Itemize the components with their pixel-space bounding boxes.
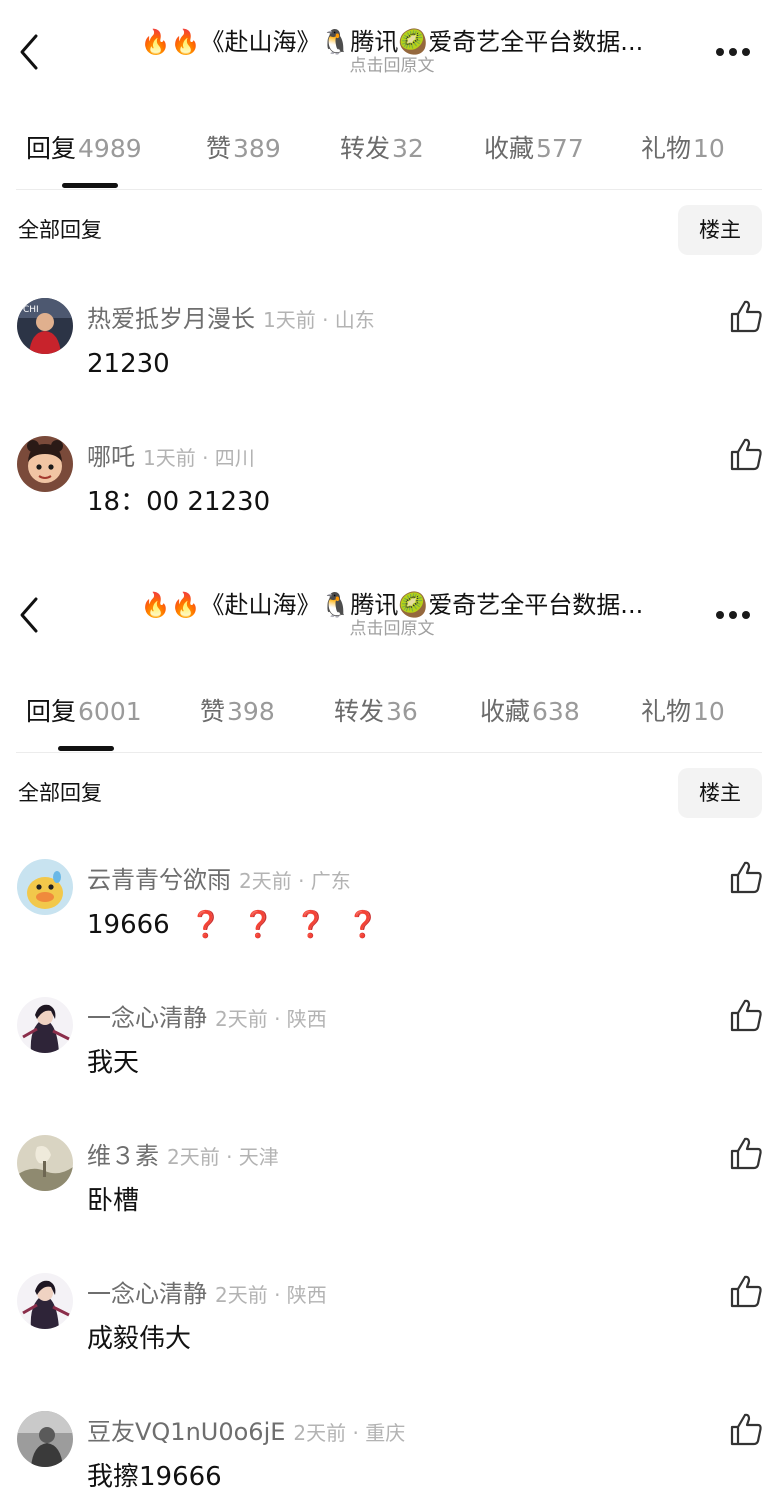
- thumbs-up-icon[interactable]: [728, 1411, 764, 1447]
- comment-text: 我天: [87, 1048, 140, 1078]
- comment-time-location: 1天前 · 四川: [143, 446, 255, 470]
- avatar[interactable]: CHI: [17, 298, 73, 354]
- avatar[interactable]: [17, 997, 73, 1053]
- all-replies-filter[interactable]: 全部回复: [18, 214, 102, 246]
- comment-text: 18：00 21230: [87, 487, 271, 517]
- question-mark-emoji: ❓: [189, 910, 223, 940]
- comment-meta: 热爱抵岁月漫长 1天前 · 山东: [87, 302, 375, 337]
- comment-meta: 维３素 2天前 · 天津: [87, 1139, 279, 1174]
- comment-time-location: 2天前 · 广东: [239, 869, 351, 893]
- avatar[interactable]: [17, 1411, 73, 1467]
- post-title-area[interactable]: 🔥🔥《赴山海》🐧腾讯🥝爱奇艺全平台数据... 点击回原文: [108, 585, 676, 639]
- comment-time-location: 2天前 · 陕西: [215, 1283, 327, 1307]
- comment-item: 云青青兮欲雨 2天前 · 广东 19666 ❓ ❓ ❓ ❓: [0, 857, 776, 977]
- comment-time-location: 2天前 · 陕西: [215, 1007, 327, 1031]
- thumbs-up-icon[interactable]: [728, 1135, 764, 1171]
- comment-meta: 一念心清静 2天前 · 陕西: [87, 1277, 327, 1312]
- tab-replies[interactable]: 回复4989: [26, 132, 142, 166]
- tab-replies[interactable]: 回复6001: [26, 695, 142, 729]
- comment-item: 一念心清静 2天前 · 陕西 成毅伟大: [0, 1271, 776, 1391]
- comment-username[interactable]: 一念心清静: [87, 1280, 207, 1308]
- comment-time-location: 2天前 · 重庆: [293, 1421, 406, 1445]
- thumbs-up-icon[interactable]: [728, 298, 764, 334]
- question-mark-emoji: ❓: [294, 910, 327, 940]
- comment-item: CHI 热爱抵岁月漫长 1天前 · 山东 21230: [0, 296, 776, 416]
- comment-item: 豆友VQ1nU0o6jE 2天前 · 重庆 我擦19666: [0, 1409, 776, 1506]
- comment-username[interactable]: 豆友VQ1nU0o6jE: [87, 1418, 285, 1446]
- comment-username[interactable]: 维３素: [87, 1142, 159, 1170]
- more-options-icon[interactable]: [708, 40, 758, 64]
- post-title-area[interactable]: 🔥🔥《赴山海》🐧腾讯🥝爱奇艺全平台数据... 点击回原文: [108, 22, 676, 76]
- comment-text-number: 19666: [87, 910, 170, 940]
- back-arrow-icon[interactable]: [14, 593, 44, 637]
- tab-bar: 回复4989 赞389 转发32 收藏577 礼物10: [0, 120, 776, 190]
- comment-meta: 一念心清静 2天前 · 陕西: [87, 1001, 327, 1036]
- divider: [16, 752, 762, 753]
- op-only-button[interactable]: 楼主: [678, 768, 762, 818]
- thumbs-up-icon[interactable]: [728, 997, 764, 1033]
- comment-text: 成毅伟大: [87, 1324, 192, 1354]
- comment-meta: 豆友VQ1nU0o6jE 2天前 · 重庆: [87, 1415, 405, 1450]
- comment-meta: 云青青兮欲雨 2天前 · 广东: [87, 863, 351, 898]
- tab-reposts[interactable]: 转发32: [340, 132, 424, 166]
- comment-text: 卧槽: [87, 1186, 140, 1216]
- back-arrow-icon[interactable]: [14, 30, 44, 74]
- comment-username[interactable]: 云青青兮欲雨: [87, 866, 231, 894]
- tab-gifts[interactable]: 礼物10: [641, 695, 725, 729]
- avatar[interactable]: [17, 1135, 73, 1191]
- active-tab-indicator: [62, 183, 118, 188]
- svg-text:CHI: CHI: [23, 305, 39, 315]
- screenshot-panel-2: 🔥🔥《赴山海》🐧腾讯🥝爱奇艺全平台数据... 点击回原文 回复6001 赞398…: [0, 563, 776, 1506]
- comment-text: 我擦19666: [87, 1462, 222, 1492]
- tab-collections[interactable]: 收藏638: [480, 695, 580, 729]
- tab-reposts[interactable]: 转发36: [334, 695, 418, 729]
- comment-item: 一念心清静 2天前 · 陕西 我天: [0, 995, 776, 1115]
- all-replies-filter[interactable]: 全部回复: [18, 777, 102, 809]
- tab-gifts[interactable]: 礼物10: [641, 132, 725, 166]
- screenshot-panel-1: 🔥🔥《赴山海》🐧腾讯🥝爱奇艺全平台数据... 点击回原文 回复4989 赞389…: [0, 0, 776, 563]
- filter-row: 全部回复 楼主: [0, 765, 776, 821]
- comment-time-location: 2天前 · 天津: [167, 1145, 279, 1169]
- more-options-icon[interactable]: [708, 603, 758, 627]
- avatar[interactable]: [17, 436, 73, 492]
- question-mark-emoji: ❓: [346, 910, 380, 940]
- comment-item: 哪吒 1天前 · 四川 18：00 21230: [0, 434, 776, 554]
- comment-time-location: 1天前 · 山东: [263, 308, 375, 332]
- question-mark-emoji: ❓: [242, 910, 275, 940]
- avatar[interactable]: [17, 1273, 73, 1329]
- divider: [16, 189, 762, 190]
- comment-meta: 哪吒 1天前 · 四川: [87, 440, 255, 475]
- comment-username[interactable]: 热爱抵岁月漫长: [87, 305, 255, 333]
- thumbs-up-icon[interactable]: [728, 1273, 764, 1309]
- comment-item: 维３素 2天前 · 天津 卧槽: [0, 1133, 776, 1253]
- tab-likes[interactable]: 赞398: [200, 695, 275, 729]
- comment-username[interactable]: 哪吒: [87, 443, 135, 471]
- comment-username[interactable]: 一念心清静: [87, 1004, 207, 1032]
- tab-collections[interactable]: 收藏577: [484, 132, 584, 166]
- avatar[interactable]: [17, 859, 73, 915]
- tab-likes[interactable]: 赞389: [206, 132, 281, 166]
- top-bar: 🔥🔥《赴山海》🐧腾讯🥝爱奇艺全平台数据... 点击回原文: [0, 563, 776, 663]
- filter-row: 全部回复 楼主: [0, 202, 776, 258]
- top-bar: 🔥🔥《赴山海》🐧腾讯🥝爱奇艺全平台数据... 点击回原文: [0, 0, 776, 100]
- comment-text: 19666 ❓ ❓ ❓ ❓: [87, 907, 379, 943]
- active-tab-indicator: [58, 746, 114, 751]
- thumbs-up-icon[interactable]: [728, 436, 764, 472]
- op-only-button[interactable]: 楼主: [678, 205, 762, 255]
- thumbs-up-icon[interactable]: [728, 859, 764, 895]
- comment-text: 21230: [87, 349, 170, 379]
- tab-bar: 回复6001 赞398 转发36 收藏638 礼物10: [0, 683, 776, 753]
